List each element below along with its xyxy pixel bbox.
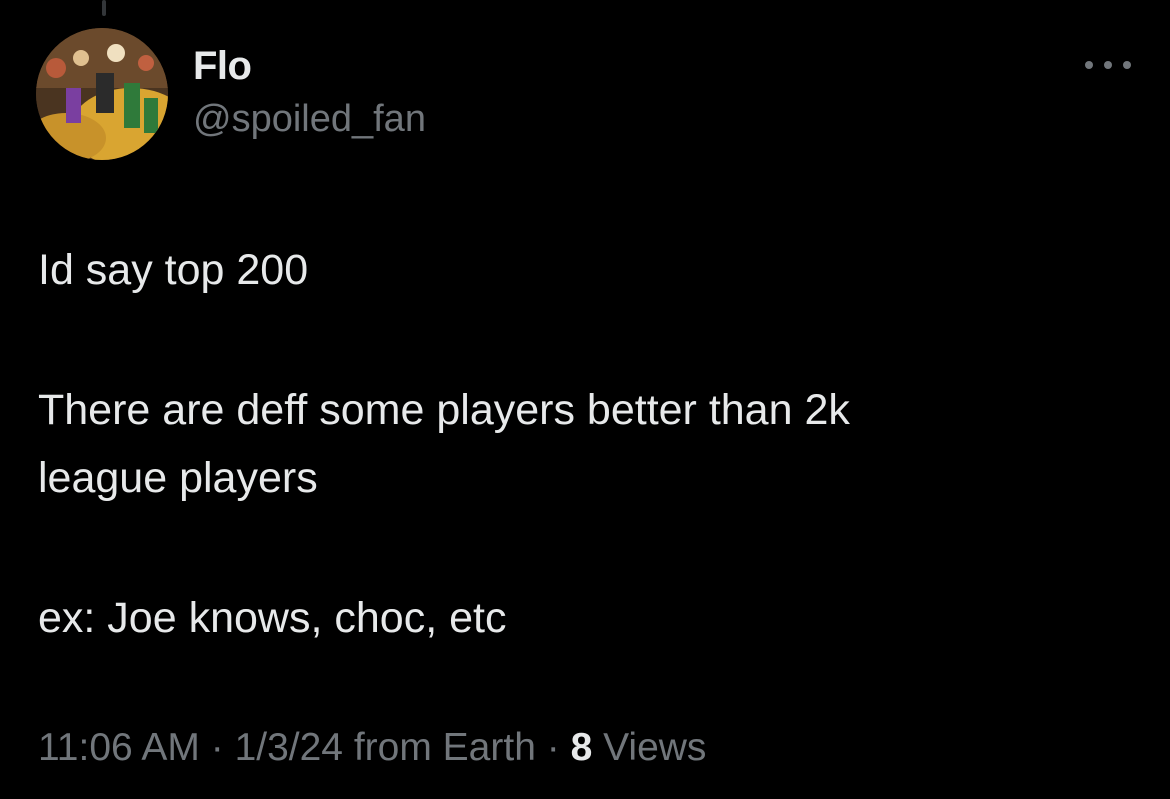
- tweet-text-line: Id say top 200: [38, 246, 309, 294]
- tweet-text-line: There are deff some players better than …: [38, 386, 850, 434]
- dot-icon: [1104, 61, 1112, 69]
- tweet-date[interactable]: 1/3/24: [235, 726, 343, 769]
- dot-icon: [1123, 61, 1131, 69]
- views-label[interactable]: Views: [592, 726, 706, 769]
- thread-connector-line: [102, 0, 106, 16]
- user-handle[interactable]: @spoiled_fan: [193, 98, 426, 141]
- dot-icon: [1085, 61, 1093, 69]
- tweet-text-line: ex: Joe knows, choc, etc: [38, 594, 507, 642]
- avatar[interactable]: [36, 28, 168, 160]
- tweet-metadata: 11:06 AM · 1/3/24 from Earth · 8 Views: [38, 726, 706, 770]
- tweet-time[interactable]: 11:06 AM: [38, 726, 200, 769]
- avatar-image: [36, 28, 168, 160]
- views-count[interactable]: 8: [571, 726, 593, 769]
- tweet-text-line: league players: [38, 454, 318, 502]
- separator: ·: [535, 726, 571, 769]
- more-horizontal-icon[interactable]: [1085, 52, 1131, 78]
- tweet-source: from Earth: [343, 726, 536, 769]
- separator: ·: [199, 726, 235, 769]
- display-name[interactable]: Flo: [193, 44, 252, 89]
